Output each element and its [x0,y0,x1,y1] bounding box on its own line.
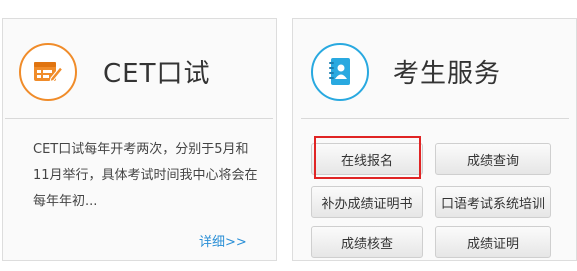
cet-card: CET口试 CET口试每年开考两次，分别于5月和11月举行，具体考试时间我中心将… [2,18,277,261]
oral-exam-system-training-button[interactable]: 口语考试系统培训 [435,186,551,218]
score-query-button[interactable]: 成绩查询 [435,143,551,175]
cet-card-title: CET口试 [103,59,211,89]
reissue-certificate-button[interactable]: 补办成绩证明书 [311,186,423,218]
divider [301,118,569,119]
services-card-title: 考生服务 [393,59,502,89]
highlight-box [314,136,421,179]
contact-book-icon [311,43,369,101]
score-review-button[interactable]: 成绩核查 [311,226,423,258]
cet-description: CET口试每年开考两次，分别于5月和11月举行，具体考试时间我中心将会在每年年初… [33,142,258,209]
more-details-link[interactable]: 详细>> [199,231,247,250]
score-certificate-button[interactable]: 成绩证明 [435,226,551,258]
divider [5,118,273,119]
form-edit-icon [19,43,77,101]
services-card: 考生服务 在线报名 成绩查询 补办成绩证明书 口语考试系统培训 成绩核查 成绩证… [292,18,577,261]
